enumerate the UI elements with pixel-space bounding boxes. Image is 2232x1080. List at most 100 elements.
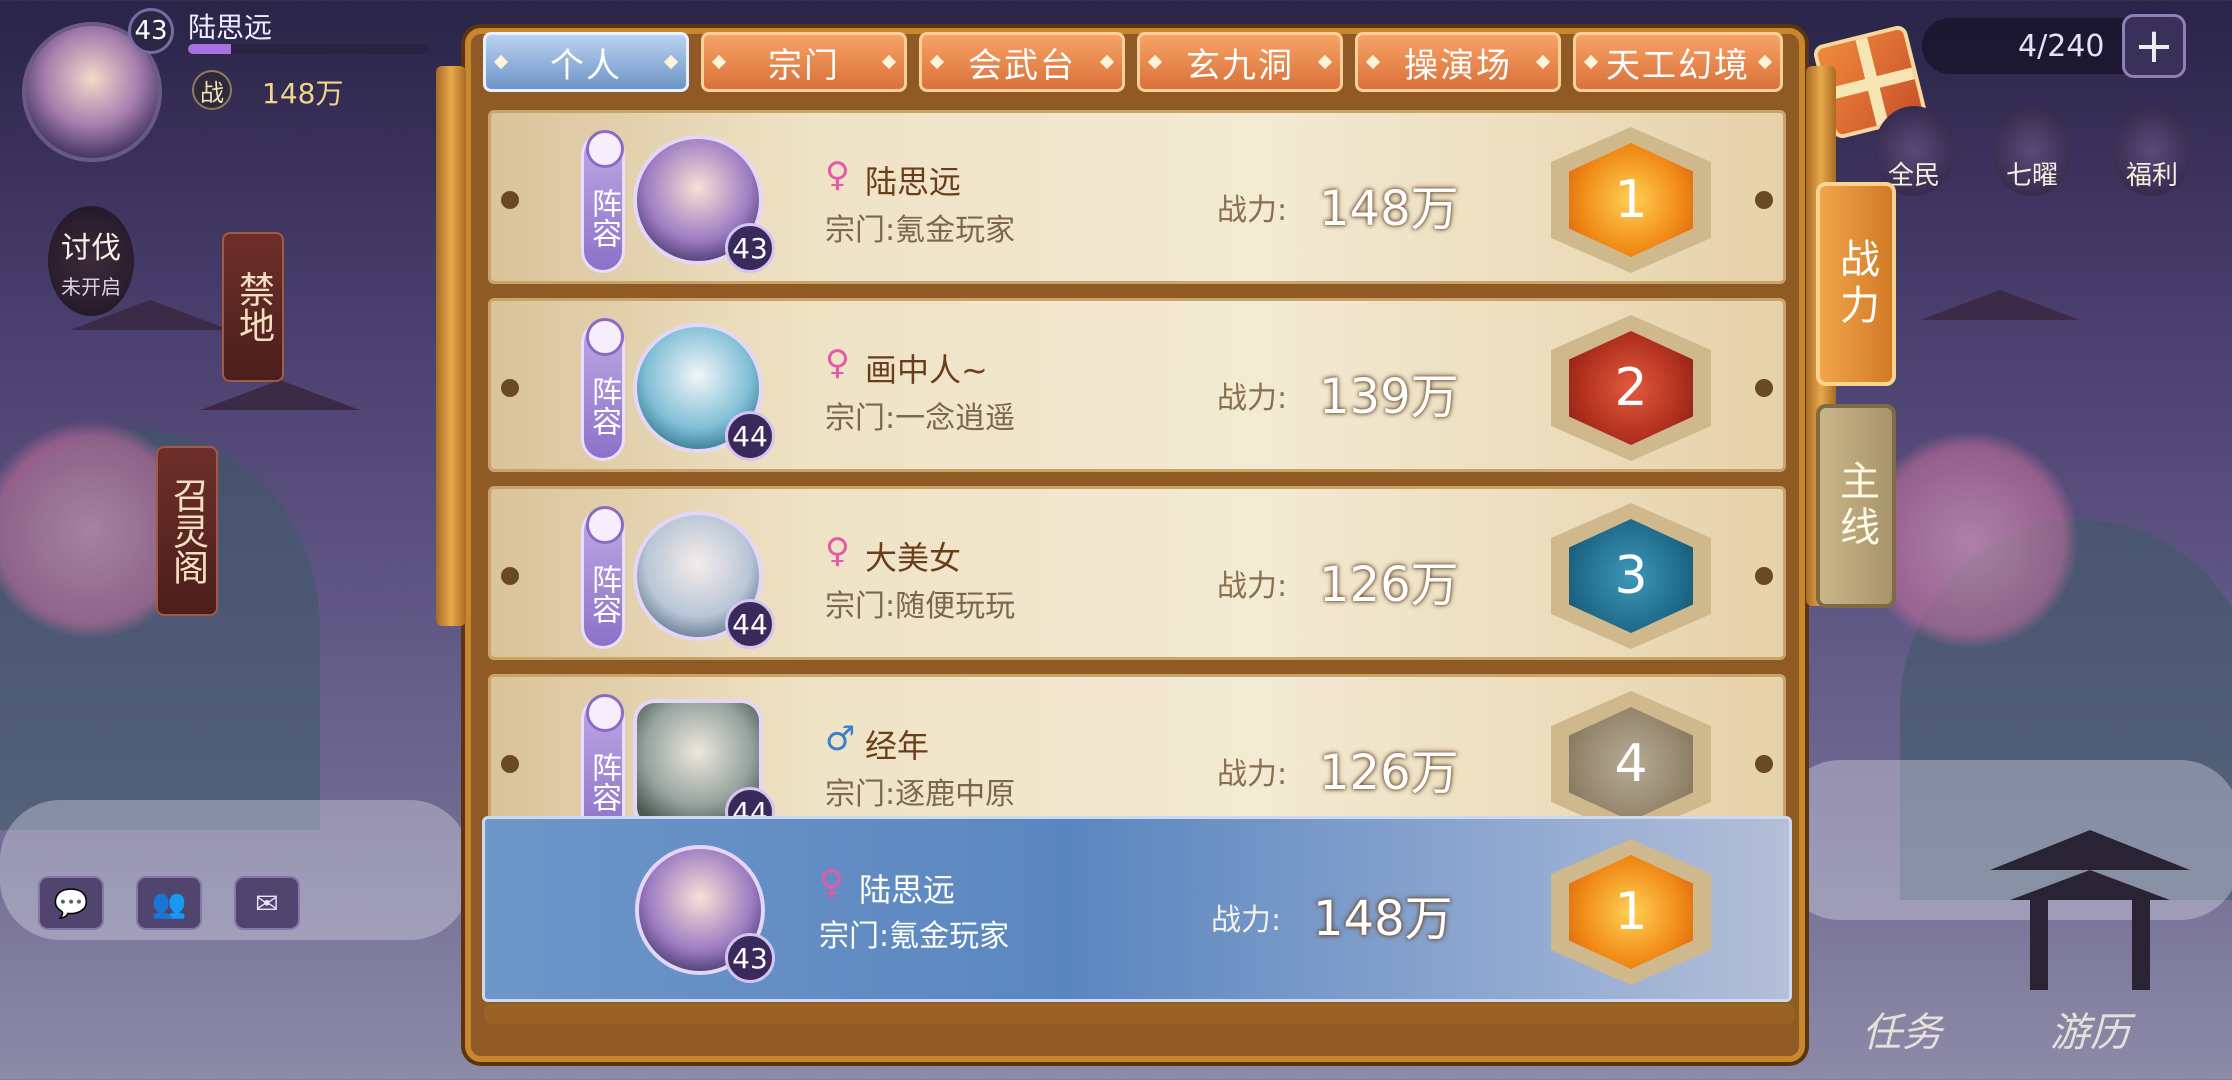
add-resource-button[interactable]: + <box>2122 14 2186 78</box>
player-name: 画中人~ <box>865 351 988 389</box>
gate-roof <box>1990 830 2190 870</box>
nav-quests[interactable]: 任务 <box>1862 1000 1942 1058</box>
tab-drill-ground[interactable]: 操演场 <box>1355 32 1561 92</box>
lineup-button[interactable]: 阵容 <box>581 318 625 461</box>
player-level: 43 <box>725 223 775 273</box>
lineup-label: 阵容 <box>586 376 621 436</box>
crusade-label: 讨伐 <box>61 230 121 266</box>
female-icon: ♀ <box>825 343 850 383</box>
panel-pillar-left <box>436 66 466 626</box>
mail-icon: ✉ <box>255 886 279 920</box>
summon-pavilion-sign[interactable]: 召灵阁 <box>156 446 218 616</box>
friends-icon: 👥 <box>151 886 187 920</box>
magnifier-icon <box>586 130 624 168</box>
tab-xuan-nine-cave[interactable]: 玄九洞 <box>1137 32 1343 92</box>
tab-drill-ground-label: 操演场 <box>1404 45 1512 86</box>
power-icon: 战 <box>192 70 232 110</box>
chat-icon: 💬 <box>53 886 89 920</box>
welfare-button[interactable]: 福利 <box>2112 106 2192 196</box>
ranking-row[interactable]: 阵容 44 ♀ 大美女 宗门:随便玩玩 战力: 126万 3 <box>488 486 1786 660</box>
magnifier-icon <box>586 694 624 732</box>
tab-ornament <box>1583 54 1599 70</box>
tab-sect-label: 宗门 <box>768 45 840 86</box>
rivet <box>501 379 519 397</box>
tab-sect[interactable]: 宗门 <box>701 32 907 92</box>
tab-ornament <box>493 54 509 70</box>
power-label: 战力: <box>1217 569 1288 604</box>
friends-button[interactable]: 👥 <box>136 876 202 930</box>
player-guild: 宗门:逐鹿中原 <box>825 777 1016 812</box>
side-tab-power[interactable]: 战力 <box>1816 182 1896 386</box>
gate-roof <box>2010 870 2170 900</box>
mail-button[interactable]: ✉ <box>234 876 300 930</box>
tab-ornament <box>929 54 945 70</box>
tab-ornament <box>1535 54 1551 70</box>
ranking-tabs: 个人 宗门 会武台 玄九洞 操演场 天工幻境 <box>483 32 1793 94</box>
exp-bar <box>188 44 428 54</box>
power-label: 战力: <box>1211 903 1282 938</box>
power-value: 148万 <box>1313 891 1453 947</box>
tab-ornament <box>1317 54 1333 70</box>
tab-personal[interactable]: 个人 <box>483 32 689 92</box>
background-roof <box>1920 290 2080 320</box>
crusade-button[interactable]: 讨伐 未开启 <box>48 206 134 316</box>
power-value: 139万 <box>1319 369 1459 425</box>
magnifier-icon <box>586 506 624 544</box>
rivet <box>1755 567 1773 585</box>
female-icon: ♀ <box>825 531 850 571</box>
rivet <box>1755 191 1773 209</box>
player-name: 经年 <box>865 727 930 765</box>
lineup-button[interactable]: 阵容 <box>581 130 625 273</box>
tab-ornament <box>1099 54 1115 70</box>
player-guild: 宗门:随便玩玩 <box>825 589 1016 624</box>
player-name: 陆思远 <box>865 163 962 201</box>
tab-craft-illusion-label: 天工幻境 <box>1606 45 1750 86</box>
gate-decoration <box>1990 810 2190 990</box>
tab-martial-arena-label: 会武台 <box>968 45 1076 86</box>
forbidden-land-sign[interactable]: 禁地 <box>222 232 284 382</box>
rivet <box>1755 379 1773 397</box>
player-guild: 宗门:氪金玩家 <box>825 213 1016 248</box>
seven-luminaries-button[interactable]: 七曜 <box>1992 106 2072 196</box>
background-roof <box>200 380 360 410</box>
tab-ornament <box>881 54 897 70</box>
tab-personal-label: 个人 <box>550 45 622 86</box>
ranking-row[interactable]: 阵容 44 ♀ 画中人~ 宗门:一念逍遥 战力: 139万 2 <box>488 298 1786 472</box>
player-name: 陆思远 <box>188 11 273 44</box>
rivet <box>501 567 519 585</box>
lineup-button[interactable]: 阵容 <box>581 506 625 649</box>
exp-bar-fill <box>188 44 232 54</box>
lineup-label: 阵容 <box>586 564 621 624</box>
rivet <box>1755 755 1773 773</box>
rivet <box>501 755 519 773</box>
side-tab-main-quest[interactable]: 主线 <box>1816 404 1896 608</box>
tab-craft-illusion[interactable]: 天工幻境 <box>1573 32 1783 92</box>
tab-ornament <box>1365 54 1381 70</box>
power-label: 战力: <box>1217 193 1288 228</box>
power-label: 战力: <box>1217 381 1288 416</box>
player-power: 148万 <box>262 77 344 110</box>
tab-martial-arena[interactable]: 会武台 <box>919 32 1125 92</box>
power-value: 148万 <box>1319 181 1459 237</box>
lineup-label: 阵容 <box>586 188 621 248</box>
female-icon: ♀ <box>825 155 850 195</box>
power-value: 126万 <box>1319 745 1459 801</box>
power-value: 126万 <box>1319 557 1459 613</box>
ranking-row[interactable]: 阵容 43 ♀ 陆思远 宗门:氪金玩家 战力: 148万 1 <box>488 110 1786 284</box>
my-ranking-row[interactable]: 43 ♀ 陆思远 宗门:氪金玩家 战力: 148万 1 <box>482 816 1792 1002</box>
player-level: 44 <box>725 599 775 649</box>
magnifier-icon <box>586 318 624 356</box>
nav-journey[interactable]: 游历 <box>2050 1000 2130 1058</box>
player-name: 陆思远 <box>859 871 956 909</box>
gate-pillar <box>2132 898 2150 990</box>
panel-footer-beam <box>484 1004 1794 1024</box>
male-icon: ♂ <box>825 719 856 759</box>
chat-button[interactable]: 💬 <box>38 876 104 930</box>
rivet <box>501 191 519 209</box>
player-level: 44 <box>725 411 775 461</box>
player-level-badge: 43 <box>128 8 174 54</box>
tab-ornament <box>1757 54 1773 70</box>
player-guild: 宗门:氪金玩家 <box>819 919 1010 954</box>
female-icon: ♀ <box>819 863 844 903</box>
power-label: 战力: <box>1217 757 1288 792</box>
